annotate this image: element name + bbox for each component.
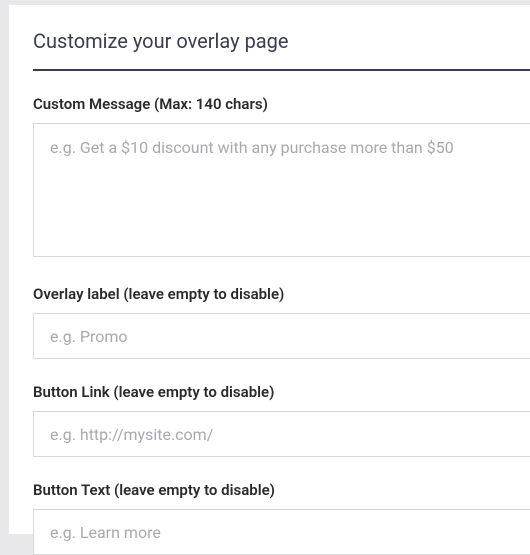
button-link-input[interactable] <box>33 411 530 457</box>
overlay-label-label: Overlay label (leave empty to disable) <box>33 285 530 303</box>
custom-message-label: Custom Message (Max: 140 chars) <box>33 95 530 113</box>
custom-message-input[interactable] <box>33 123 530 257</box>
panel-heading: Customize your overlay page <box>33 29 530 53</box>
button-text-input[interactable] <box>33 509 530 555</box>
button-text-label: Button Text (leave empty to disable) <box>33 481 530 499</box>
overlay-settings-panel: Customize your overlay page Custom Messa… <box>8 4 530 535</box>
custom-message-group: Custom Message (Max: 140 chars) <box>33 95 530 261</box>
button-link-group: Button Link (leave empty to disable) <box>33 383 530 457</box>
overlay-label-input[interactable] <box>33 313 530 359</box>
button-link-label: Button Link (leave empty to disable) <box>33 383 530 401</box>
heading-underline <box>33 69 530 71</box>
overlay-label-group: Overlay label (leave empty to disable) <box>33 285 530 359</box>
button-text-group: Button Text (leave empty to disable) <box>33 481 530 555</box>
